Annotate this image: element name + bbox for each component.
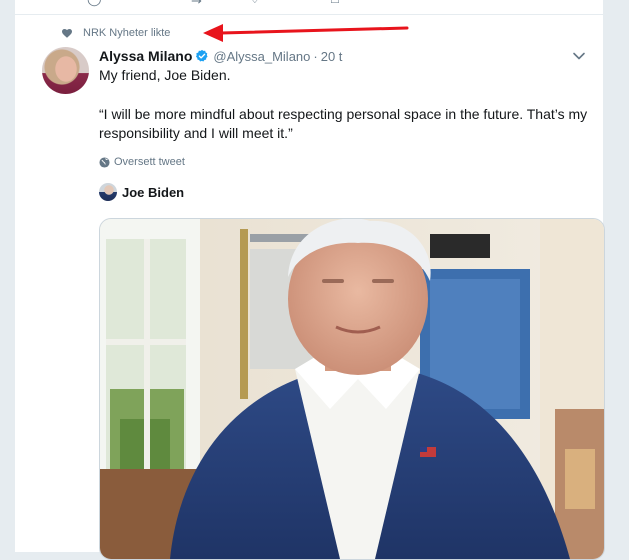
social-context[interactable]: NRK Nyheter likte xyxy=(61,25,170,41)
tweet-divider xyxy=(15,14,603,15)
author-name[interactable]: Alyssa Milano xyxy=(99,48,192,64)
tweet-quote: “I will be more mindful about respecting… xyxy=(99,106,588,141)
tweet-timestamp[interactable]: 20 t xyxy=(321,49,343,64)
reply-icon[interactable]: ◯ xyxy=(87,0,102,6)
media-author-avatar xyxy=(99,183,117,201)
translate-label: Oversett tweet xyxy=(114,156,185,168)
chevron-down-icon[interactable] xyxy=(572,49,586,63)
liked-by-label: NRK Nyheter likte xyxy=(83,27,171,39)
like-icon[interactable]: ♡ xyxy=(249,0,263,6)
media-author-name: Joe Biden xyxy=(122,184,185,200)
verified-badge-icon xyxy=(196,49,208,62)
avatar[interactable] xyxy=(42,47,89,94)
retweet-icon[interactable]: ⇆ xyxy=(191,0,205,6)
tweet-text: My friend, Joe Biden. xyxy=(99,67,231,83)
timeline-column: ◯ ⇆ ♡ □ NRK Nyheter likte Alyssa Milano … xyxy=(14,0,605,560)
media-author[interactable]: Joe Biden xyxy=(99,183,184,201)
separator-dot: · xyxy=(313,48,318,64)
translate-tweet-link[interactable]: Oversett tweet xyxy=(99,156,185,168)
tweet-header: Alyssa Milano @Alyssa_Milano · 20 t xyxy=(99,47,579,65)
red-arrow xyxy=(203,24,409,42)
heart-icon xyxy=(62,29,72,38)
globe-icon xyxy=(99,156,110,168)
video-thumbnail[interactable] xyxy=(99,218,605,560)
video-frame xyxy=(100,219,604,559)
author-handle[interactable]: @Alyssa_Milano xyxy=(213,49,310,64)
share-icon[interactable]: □ xyxy=(331,0,345,6)
previous-tweet-actions: ◯ ⇆ ♡ □ xyxy=(15,0,603,10)
